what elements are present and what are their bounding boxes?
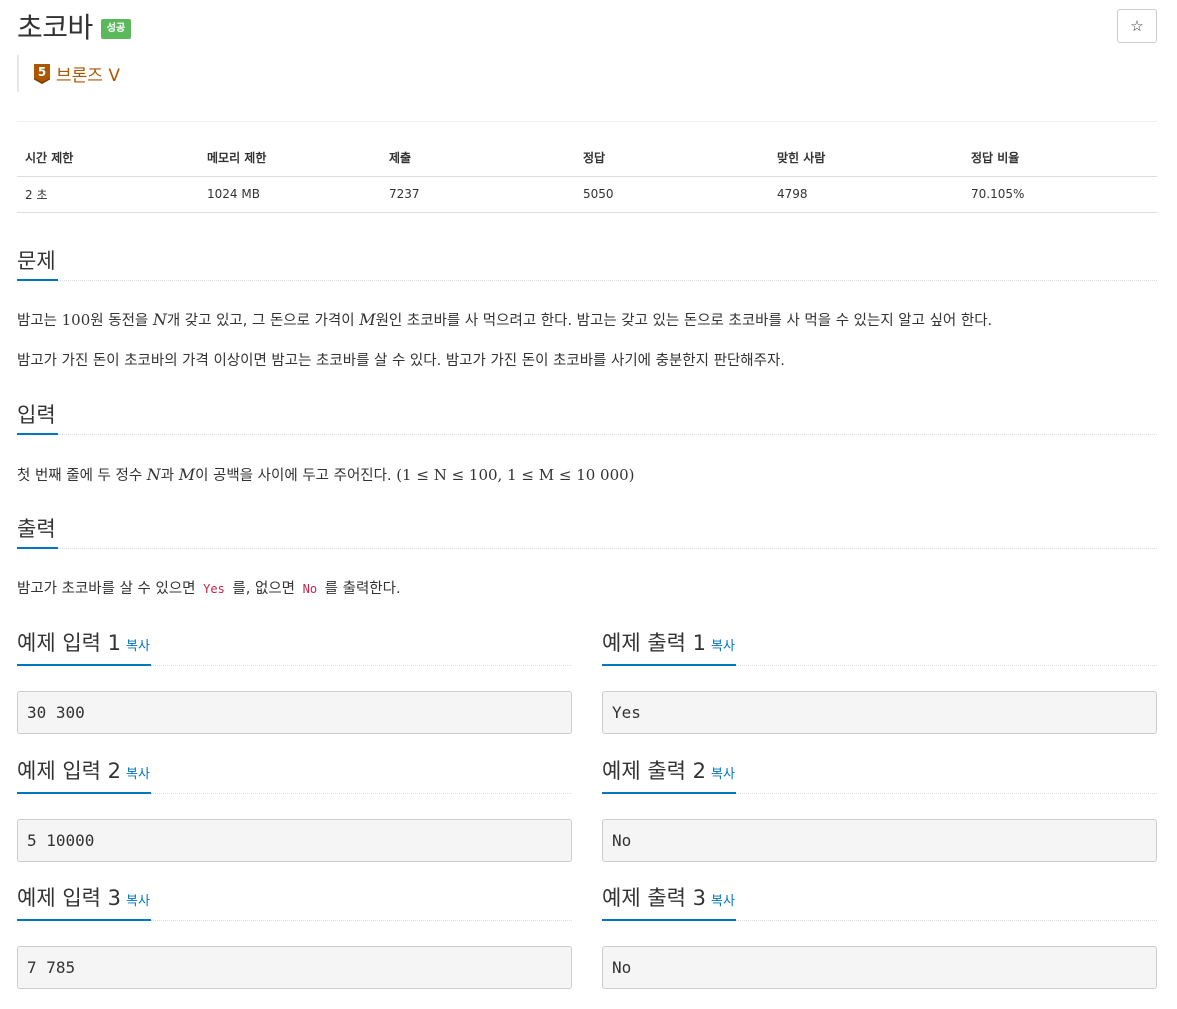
sample-input-2[interactable]: 5 10000 [17, 819, 572, 862]
copy-button[interactable]: 복사 [711, 639, 735, 654]
stat-header: 제출 [381, 140, 575, 177]
svg-text:5: 5 [38, 65, 46, 79]
sample-output-1-header: 예제 출력 1 복사 [602, 628, 1157, 666]
input-section: 입력 [17, 400, 1157, 435]
problem-section: 문제 [17, 246, 1157, 281]
copy-button[interactable]: 복사 [126, 639, 150, 654]
input-description: 첫 번째 줄에 두 정수 N과 M이 공백을 사이에 두고 주어진다. (1 ≤… [17, 465, 635, 484]
problem-info-table: 시간 제한 메모리 제한 제출 정답 맞힌 사람 정답 비율 2 초 1024 … [17, 140, 1157, 213]
output-section-title: 출력 [17, 514, 58, 549]
input-section-title: 입력 [17, 400, 58, 435]
submissions-value[interactable]: 7237 [381, 176, 575, 213]
star-icon: ☆ [1130, 18, 1144, 35]
output-section: 출력 [17, 514, 1157, 549]
time-limit-value: 2 초 [17, 176, 199, 213]
output-description: 밤고가 초코바를 살 수 있으면 Yes 를, 없으면 No 를 출력한다. [17, 581, 401, 597]
copy-button[interactable]: 복사 [126, 767, 150, 782]
problem-description-2: 밤고가 가진 돈이 초코바의 가격 이상이면 밤고는 초코바를 살 수 있다. … [17, 353, 785, 369]
sample-output-2[interactable]: No [602, 819, 1157, 862]
result-badge: 성공 [100, 19, 132, 39]
accept-ratio-value: 70.105% [963, 176, 1157, 213]
sample-output-1[interactable]: Yes [602, 691, 1157, 734]
sample-output-2-header: 예제 출력 2 복사 [602, 756, 1157, 794]
sample-output-3[interactable]: No [602, 946, 1157, 989]
tier-name[interactable]: 브론즈 V [56, 61, 120, 86]
stat-header: 메모리 제한 [199, 140, 381, 177]
code-no: No [302, 582, 318, 596]
favorite-star-button[interactable]: ☆ [1117, 9, 1157, 43]
stat-header: 맞힌 사람 [769, 140, 963, 177]
copy-button[interactable]: 복사 [711, 894, 735, 909]
copy-button[interactable]: 복사 [711, 767, 735, 782]
stat-header: 시간 제한 [17, 140, 199, 177]
title-row: 초코바 성공 [17, 8, 132, 44]
code-yes: Yes [203, 582, 225, 596]
divider [17, 121, 1157, 122]
tier-block: 5 브론즈 V [17, 55, 120, 92]
copy-button[interactable]: 복사 [126, 894, 150, 909]
problem-description-1: 밤고는 100원 동전을 N개 갖고 있고, 그 돈으로 가격이 M원인 초코바… [17, 310, 993, 329]
stats-header-row: 시간 제한 메모리 제한 제출 정답 맞힌 사람 정답 비율 [17, 140, 1157, 177]
bronze-tier-icon: 5 [34, 63, 50, 84]
sample-output-3-header: 예제 출력 3 복사 [602, 883, 1157, 921]
stat-header: 정답 비율 [963, 140, 1157, 177]
accepted-value: 5050 [575, 176, 769, 213]
sample-input-3-header: 예제 입력 3 복사 [17, 883, 572, 921]
sample-input-3[interactable]: 7 785 [17, 946, 572, 989]
stat-header: 정답 [575, 140, 769, 177]
solved-users-value[interactable]: 4798 [769, 176, 963, 213]
stats-value-row: 2 초 1024 MB 7237 5050 4798 70.105% [17, 176, 1157, 213]
sample-input-1[interactable]: 30 300 [17, 691, 572, 734]
problem-section-title: 문제 [17, 246, 58, 281]
page-title: 초코바 [17, 11, 93, 44]
sample-input-2-header: 예제 입력 2 복사 [17, 756, 572, 794]
sample-input-1-header: 예제 입력 1 복사 [17, 628, 572, 666]
memory-limit-value: 1024 MB [199, 176, 381, 213]
input-constraint: (1 ≤ N ≤ 100, 1 ≤ M ≤ 10 000) [396, 466, 635, 484]
